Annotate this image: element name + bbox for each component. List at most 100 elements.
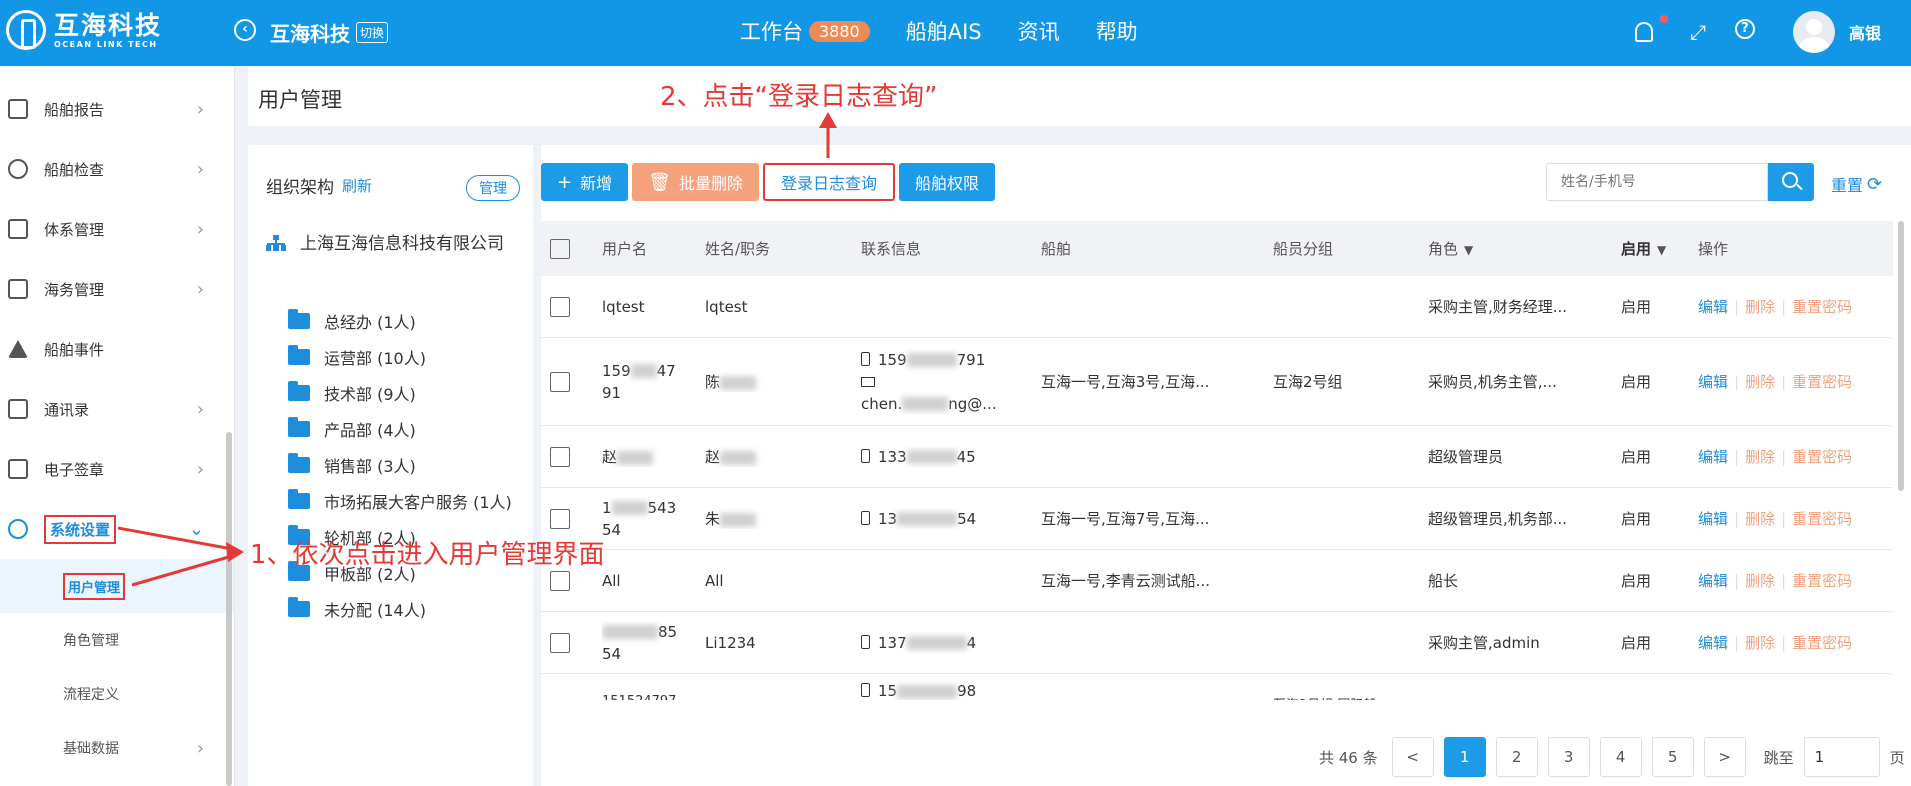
- delete-link[interactable]: 删除: [1745, 373, 1775, 391]
- document-icon: [8, 219, 28, 239]
- reset-password-link[interactable]: 重置密码: [1792, 373, 1852, 391]
- sidebar-subitem-base-data[interactable]: 基础数据 ›: [0, 721, 234, 775]
- sidebar-subitem-process-def[interactable]: 流程定义: [0, 667, 234, 721]
- cell-username: lqtest: [602, 297, 645, 316]
- department-item[interactable]: 产品部 (4人): [288, 411, 512, 447]
- nav-ship-ais[interactable]: 船舶AIS: [906, 16, 982, 46]
- column-header-contact: 联系信息: [861, 239, 922, 258]
- help-button[interactable]: ?: [1734, 19, 1761, 45]
- reset-button[interactable]: 重置 ⟳: [1831, 172, 1882, 196]
- sidebar-subitem-role-mgmt[interactable]: 角色管理: [0, 613, 234, 667]
- row-checkbox[interactable]: [550, 296, 570, 317]
- jump-page-input[interactable]: [1803, 737, 1880, 777]
- reset-password-link[interactable]: 重置密码: [1792, 572, 1852, 590]
- sidebar-subitem-label: 基础数据: [63, 741, 119, 757]
- edit-link[interactable]: 编辑: [1698, 298, 1728, 316]
- username[interactable]: 高银: [1849, 20, 1881, 44]
- edit-link[interactable]: 编辑: [1698, 634, 1728, 652]
- row-checkbox[interactable]: [550, 632, 570, 653]
- table-scrollbar[interactable]: [1898, 221, 1904, 491]
- column-header-role-label: 角色: [1428, 240, 1459, 258]
- edit-link[interactable]: 编辑: [1698, 510, 1728, 528]
- delete-link[interactable]: 删除: [1745, 572, 1775, 590]
- phone-part: 4: [966, 633, 977, 652]
- org-chart-icon: [266, 235, 286, 253]
- nav-help[interactable]: 帮助: [1096, 16, 1138, 46]
- row-checkbox[interactable]: [550, 570, 570, 591]
- caret-down-icon: ▼: [1464, 243, 1474, 257]
- phone-icon: [861, 683, 870, 697]
- row-checkbox[interactable]: [550, 371, 570, 392]
- sidebar-item-system-settings[interactable]: 系统设置 ⌄: [0, 499, 234, 559]
- back-icon[interactable]: ‹: [234, 19, 256, 41]
- page-button[interactable]: 5: [1651, 737, 1694, 777]
- user-table: 用户名 姓名/职务 联系信息 船舶 船员分组 角色 ▼ 启用 ▼ 操作 lqtest…: [541, 221, 1893, 700]
- sidebar-item-contacts[interactable]: 通讯录 ›: [0, 379, 234, 439]
- sidebar-item-marine-affairs[interactable]: 海务管理 ›: [0, 259, 234, 319]
- sidebar-item-label: 船舶检查: [44, 160, 105, 179]
- department-item[interactable]: 未分配 (14人): [288, 591, 512, 627]
- reset-password-link[interactable]: 重置密码: [1792, 298, 1852, 316]
- column-header-name: 姓名/职务: [705, 240, 771, 258]
- delete-link[interactable]: 删除: [1745, 448, 1775, 466]
- sidebar-item-e-signature[interactable]: 电子签章 ›: [0, 439, 234, 499]
- nav-workbench[interactable]: 工作台 3880: [740, 16, 870, 46]
- row-checkbox[interactable]: [550, 446, 570, 467]
- page-button[interactable]: 4: [1599, 737, 1642, 777]
- delete-link[interactable]: 删除: [1745, 510, 1775, 528]
- jump-label: 跳至: [1763, 748, 1794, 767]
- department-item[interactable]: 运营部 (10人): [288, 339, 512, 375]
- add-user-button[interactable]: + 新增: [541, 163, 629, 201]
- search-button[interactable]: [1768, 163, 1814, 201]
- sidebar-item-system-mgmt[interactable]: 体系管理 ›: [0, 199, 234, 259]
- prev-page-button[interactable]: <: [1391, 737, 1434, 777]
- search-input[interactable]: [1546, 163, 1768, 201]
- avatar[interactable]: [1792, 11, 1835, 53]
- delete-link[interactable]: 删除: [1745, 298, 1775, 316]
- page-button[interactable]: 1: [1443, 737, 1486, 777]
- sidebar-scrollbar[interactable]: [226, 432, 232, 786]
- department-item[interactable]: 市场拓展大客户服务 (1人): [288, 483, 512, 519]
- reset-password-link[interactable]: 重置密码: [1792, 634, 1852, 652]
- reset-password-link[interactable]: 重置密码: [1792, 448, 1852, 466]
- username-part: 91: [602, 383, 622, 402]
- refresh-link[interactable]: 刷新: [342, 175, 372, 196]
- phone-part: 54: [957, 509, 977, 528]
- folder-icon: [288, 417, 310, 437]
- next-page-button[interactable]: >: [1703, 737, 1746, 777]
- login-log-query-button[interactable]: 登录日志查询: [762, 163, 895, 201]
- batch-delete-button[interactable]: 🗑 批量删除: [632, 163, 759, 201]
- company-switcher[interactable]: 互海科技 切换: [270, 18, 389, 47]
- department-item[interactable]: 总经办 (1人): [288, 303, 512, 339]
- org-company-name: 上海互海信息科技有限公司: [300, 234, 504, 254]
- sidebar-item-ship-events[interactable]: 船舶事件: [0, 319, 234, 379]
- sidebar-item-ship-report[interactable]: 船舶报告 ›: [0, 79, 234, 139]
- ship-permission-button[interactable]: 船舶权限: [899, 163, 996, 201]
- org-root-node[interactable]: 上海互海信息科技有限公司: [266, 230, 526, 258]
- column-header-enable[interactable]: 启用 ▼: [1621, 238, 1698, 259]
- cell-name: 陈: [705, 371, 861, 392]
- select-all-checkbox[interactable]: [550, 238, 570, 259]
- edit-link[interactable]: 编辑: [1698, 373, 1728, 391]
- page-button[interactable]: 2: [1495, 737, 1538, 777]
- row-checkbox[interactable]: [550, 508, 570, 529]
- delete-link[interactable]: 删除: [1745, 634, 1775, 652]
- username-part: 159: [602, 361, 631, 380]
- notification-bell[interactable]: [1634, 15, 1668, 45]
- manage-button[interactable]: 管理: [466, 175, 520, 201]
- sidebar-item-ship-inspection[interactable]: 船舶检查 ›: [0, 139, 234, 199]
- logo[interactable]: 互海科技 OCEAN LINK TECH: [6, 10, 162, 50]
- fullscreen-icon[interactable]: ⤢: [1685, 19, 1711, 45]
- sidebar-item-label: 体系管理: [44, 220, 105, 239]
- column-header-role[interactable]: 角色 ▼: [1428, 238, 1621, 259]
- sidebar-subitem-user-mgmt[interactable]: 用户管理: [0, 559, 234, 613]
- department-item[interactable]: 销售部 (3人): [288, 447, 512, 483]
- reset-password-link[interactable]: 重置密码: [1792, 510, 1852, 528]
- department-item[interactable]: 技术部 (9人): [288, 375, 512, 411]
- page-button[interactable]: 3: [1547, 737, 1590, 777]
- switch-button[interactable]: 切换: [356, 22, 389, 43]
- nav-news[interactable]: 资讯: [1018, 16, 1060, 46]
- edit-link[interactable]: 编辑: [1698, 572, 1728, 590]
- edit-link[interactable]: 编辑: [1698, 448, 1728, 466]
- phone-part: 13: [878, 509, 898, 528]
